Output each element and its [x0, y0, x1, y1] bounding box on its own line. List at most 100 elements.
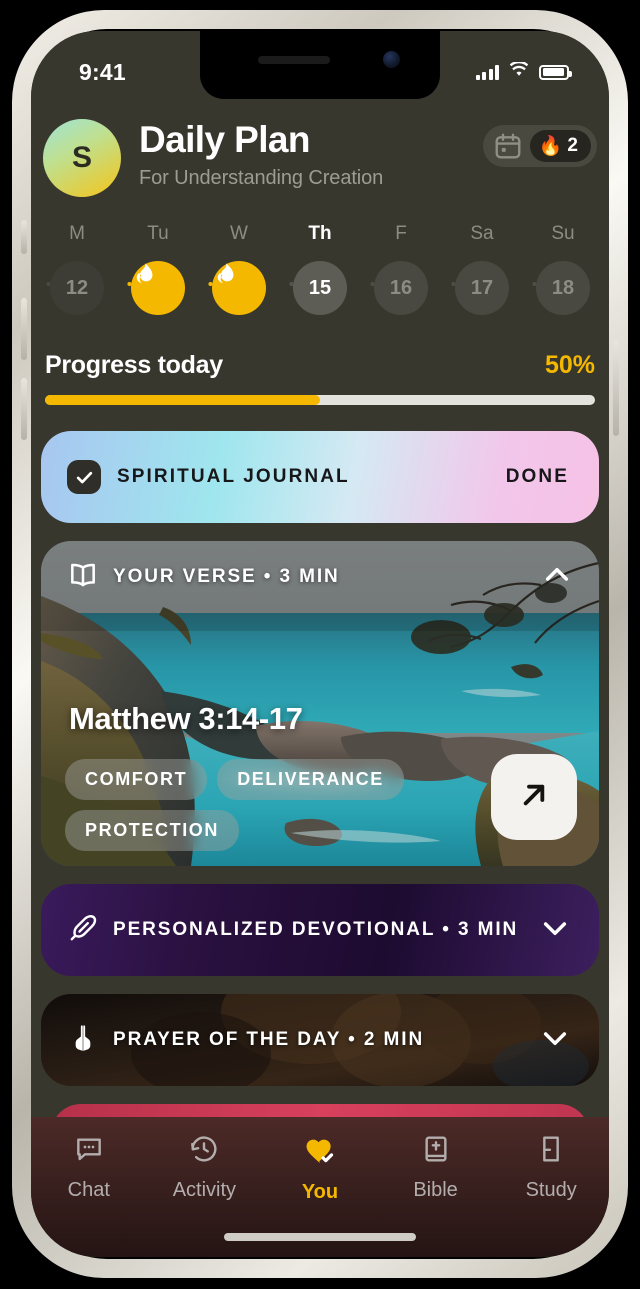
card-title: SPIRITUAL JOURNAL: [117, 466, 350, 487]
card-title: PRAYER OF THE DAY • 2 MIN: [113, 1029, 425, 1050]
verse-card-header: YOUR VERSE • 3 MIN: [41, 541, 599, 613]
day-item-monday[interactable]: M 12: [45, 223, 109, 321]
chevron-down-icon[interactable]: [539, 1022, 571, 1059]
card-status: DONE: [505, 466, 569, 487]
verse-reference: Matthew 3:14-17: [69, 701, 303, 736]
day-label: Th: [308, 223, 332, 244]
day-item-thursday[interactable]: Th 15: [288, 223, 352, 321]
progress-header: Progress today 50%: [45, 351, 595, 380]
progress-label: Progress today: [45, 351, 223, 379]
chat-bubble-icon: [73, 1133, 105, 1170]
avatar[interactable]: S: [43, 119, 121, 197]
progress-bar: [45, 395, 595, 405]
open-verse-button[interactable]: [491, 754, 577, 840]
card-title: YOUR VERSE • 3 MIN: [113, 566, 340, 587]
silent-switch[interactable]: [21, 220, 27, 254]
bible-book-icon: [420, 1133, 452, 1170]
streak-count: 2: [567, 135, 578, 156]
day-ring: 12: [45, 257, 109, 321]
check-icon: [67, 460, 101, 494]
heart-check-icon: [303, 1133, 337, 1172]
app-root: S Daily Plan For Understanding Creation: [31, 31, 609, 1257]
day-item-saturday[interactable]: Sa 17: [450, 223, 514, 321]
feather-icon: [67, 912, 99, 949]
card-title: PERSONALIZED DEVOTIONAL • 3 MIN: [113, 919, 519, 940]
tab-bible[interactable]: Bible: [378, 1133, 494, 1202]
book-open-icon: [67, 559, 99, 596]
day-label: Sa: [470, 223, 494, 244]
screenshot-stage: S Daily Plan For Understanding Creation: [0, 0, 640, 1289]
day-number: 12: [50, 261, 104, 315]
card-prayer-of-the-day[interactable]: PRAYER OF THE DAY • 2 MIN: [41, 994, 599, 1086]
tab-study[interactable]: Study: [493, 1133, 609, 1202]
plan-card-list: SPIRITUAL JOURNAL DONE YOUR VERSE • 3 MI…: [31, 405, 609, 1144]
tab-label: Activity: [172, 1179, 237, 1201]
day-ring: 15: [288, 257, 352, 321]
tab-you[interactable]: You: [262, 1133, 378, 1204]
praying-hands-icon: [67, 1022, 99, 1059]
streak-badge[interactable]: 🔥 2: [529, 130, 591, 162]
verse-tag[interactable]: PROTECTION: [65, 810, 240, 851]
battery-icon: [539, 64, 572, 80]
day-number: 15: [293, 261, 347, 315]
tab-label: Chat: [67, 1179, 110, 1201]
day-ring: [207, 257, 271, 321]
page-subtitle: For Understanding Creation: [139, 166, 384, 189]
status-indicators: [475, 60, 572, 83]
status-time: 9:41: [79, 58, 126, 85]
verse-tag[interactable]: DELIVERANCE: [217, 759, 404, 800]
status-bar: 9:41: [31, 31, 609, 99]
header-text-block: Daily Plan For Understanding Creation: [121, 119, 483, 190]
progress-section: Progress today 50%: [31, 321, 609, 405]
flame-icon: 🔥: [538, 135, 563, 157]
chevron-down-icon[interactable]: [539, 912, 571, 949]
tab-label: Study: [525, 1179, 577, 1201]
day-item-tuesday[interactable]: Tu: [126, 223, 190, 321]
progress-bar-fill: [45, 395, 320, 405]
tab-activity[interactable]: Activity: [147, 1133, 263, 1202]
day-streak-marker: [131, 261, 185, 315]
calendar-icon[interactable]: [489, 131, 528, 161]
day-ring: [126, 257, 190, 321]
day-ring: 18: [531, 257, 595, 321]
tab-label: You: [301, 1181, 339, 1203]
day-number: 18: [536, 261, 590, 315]
week-strip: M 12 Tu W Th 15 F 16 Sa 17 Su 18: [31, 197, 609, 321]
day-ring: 16: [369, 257, 433, 321]
day-ring: 17: [450, 257, 514, 321]
chevron-up-icon[interactable]: [541, 559, 573, 596]
volume-down-button[interactable]: [21, 378, 27, 440]
card-spiritual-journal[interactable]: SPIRITUAL JOURNAL DONE: [41, 431, 599, 523]
wifi-icon: [508, 60, 530, 83]
day-item-sunday[interactable]: Su 18: [531, 223, 595, 321]
day-number: 17: [455, 261, 509, 315]
progress-percent: 50%: [544, 351, 595, 379]
app-header: S Daily Plan For Understanding Creation: [31, 99, 609, 197]
day-label: Su: [551, 223, 575, 244]
home-indicator[interactable]: [224, 1233, 416, 1241]
tab-chat[interactable]: Chat: [31, 1133, 147, 1202]
day-number: 16: [374, 261, 428, 315]
tab-label: Bible: [413, 1179, 458, 1201]
verse-tag[interactable]: COMFORT: [65, 759, 208, 800]
day-streak-marker: [212, 261, 266, 315]
header-actions: 🔥 2: [482, 125, 597, 167]
page-title: Daily Plan: [139, 119, 310, 160]
cellular-bars-icon: [475, 64, 499, 80]
day-item-friday[interactable]: F 16: [369, 223, 433, 321]
card-your-verse[interactable]: YOUR VERSE • 3 MIN Matthew 3:14-17 COMFO…: [41, 541, 599, 866]
volume-up-button[interactable]: [21, 298, 27, 360]
day-label: W: [230, 223, 248, 244]
clock-history-icon: [188, 1133, 220, 1170]
day-label: M: [69, 223, 85, 244]
avatar-initial: S: [71, 141, 92, 174]
book-closed-icon: [535, 1133, 567, 1170]
verse-tag-list: COMFORT DELIVERANCE PROTECTION: [65, 759, 479, 851]
day-label: F: [395, 223, 407, 244]
arrow-up-right-icon: [514, 775, 554, 820]
card-personalized-devotional[interactable]: PERSONALIZED DEVOTIONAL • 3 MIN: [41, 884, 599, 976]
phone-screen: S Daily Plan For Understanding Creation: [31, 31, 609, 1257]
day-item-wednesday[interactable]: W: [207, 223, 271, 321]
day-label: Tu: [147, 223, 169, 244]
power-button[interactable]: [613, 340, 619, 436]
